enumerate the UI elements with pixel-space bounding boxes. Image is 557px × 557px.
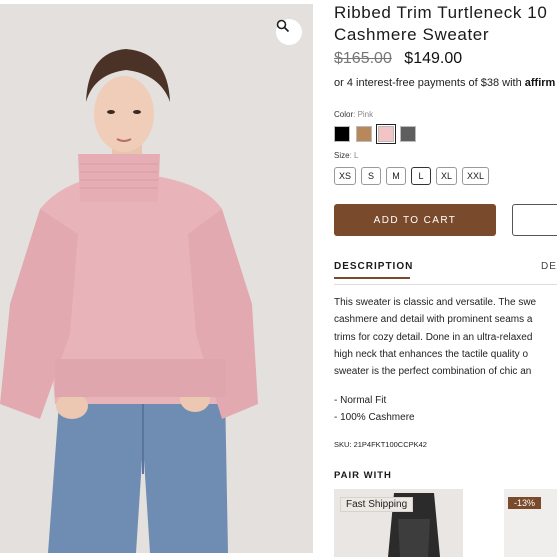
active-tab-indicator — [334, 277, 410, 279]
tab-details[interactable]: DE — [541, 261, 557, 272]
description-line: This sweater is classic and versatile. T… — [334, 297, 537, 308]
color-swatch-grey[interactable] — [400, 126, 416, 142]
installments-label: or 4 interest-free payments of $38 with — [334, 77, 522, 89]
pair-product-card[interactable]: Fast Shipping — [334, 489, 463, 557]
pair-with-heading: PAIR WITH — [334, 470, 392, 481]
magnifier-icon — [276, 19, 290, 33]
size-options: XS S M L XL XXL — [334, 167, 490, 185]
add-to-cart-button[interactable]: ADD TO CART — [334, 204, 496, 236]
size-option-m[interactable]: M — [386, 167, 407, 185]
feature-item: - Normal Fit — [334, 395, 387, 406]
size-option-xxl[interactable]: XXL — [462, 167, 490, 185]
size-option-xs[interactable]: XS — [334, 167, 357, 185]
size-value: : L — [349, 151, 359, 160]
discount-badge: -13% — [508, 497, 542, 509]
size-option-xl[interactable]: XL — [436, 167, 458, 185]
installments-text: or 4 interest-free payments of $38 with … — [334, 77, 555, 89]
fast-shipping-badge: Fast Shipping — [340, 497, 414, 512]
product-title-line2: Cashmere Sweater — [334, 25, 490, 44]
pair-product-card[interactable]: -13% — [504, 489, 557, 557]
color-swatches — [334, 124, 416, 144]
size-option-l[interactable]: L — [411, 167, 432, 185]
zoom-button[interactable] — [276, 19, 302, 45]
wishlist-button[interactable] — [512, 204, 557, 236]
tab-description[interactable]: DESCRIPTION — [334, 261, 413, 272]
feature-item: - 100% Cashmere — [334, 412, 415, 423]
color-label-text: Color — [334, 110, 354, 119]
size-label: Size: L — [334, 151, 358, 160]
original-price: $165.00 — [334, 50, 392, 67]
model-illustration — [0, 4, 313, 553]
color-swatch-black[interactable] — [334, 126, 350, 142]
description-line: cashmere and detail with prominent seams… — [334, 314, 533, 326]
size-option-s[interactable]: S — [361, 167, 382, 185]
feature-list: - Normal Fit - 100% Cashmere — [334, 392, 415, 426]
description-line: sweater is the perfect combination of ch… — [334, 366, 532, 378]
color-value: : Pink — [353, 110, 374, 119]
color-swatch-camel[interactable] — [356, 126, 372, 142]
description-line: trims for cozy detail. Done in an ultra-… — [334, 331, 533, 343]
tab-divider — [334, 284, 557, 285]
product-title: Ribbed Trim Turtleneck 10 Cashmere Sweat… — [334, 2, 557, 46]
description-text: This sweater is classic and versatile. T… — [334, 294, 557, 380]
price-row: $165.00 $149.00 — [334, 50, 462, 68]
size-label-text: Size — [334, 151, 350, 160]
product-info-panel: Ribbed Trim Turtleneck 10 Cashmere Sweat… — [334, 0, 557, 557]
sale-price: $149.00 — [404, 50, 463, 67]
color-label: Color: Pink — [334, 110, 373, 119]
color-swatch-pink[interactable] — [376, 124, 396, 144]
description-line: high neck that enhances the tactile qual… — [334, 348, 529, 360]
product-title-line1: Ribbed Trim Turtleneck 10 — [334, 3, 548, 22]
product-image[interactable] — [0, 4, 313, 553]
sku-text: SKU: 21P4FKT100CCPK42 — [334, 440, 427, 449]
affirm-logo[interactable]: affirm — [525, 77, 556, 89]
